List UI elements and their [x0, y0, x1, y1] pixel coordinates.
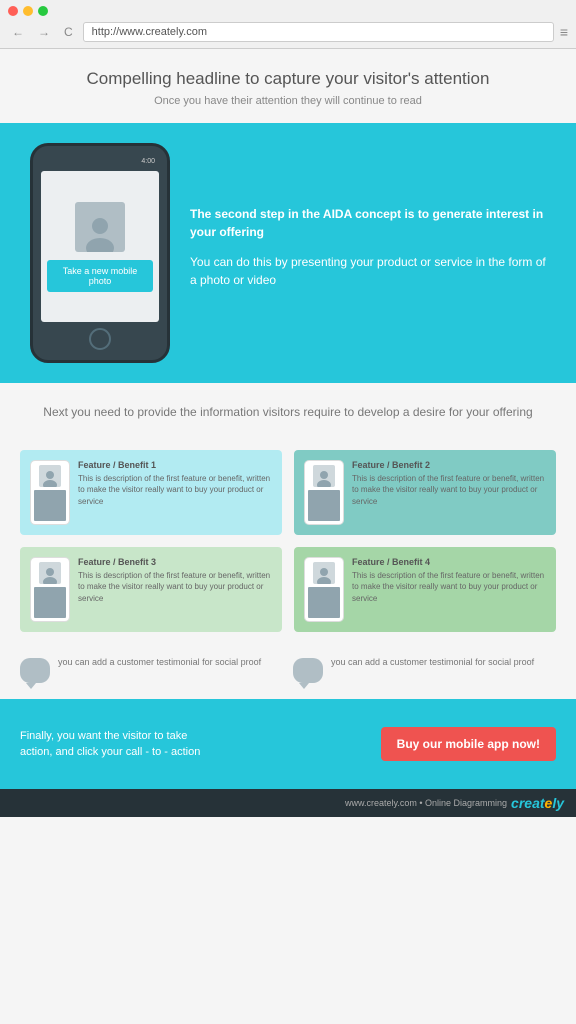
- feature-title-4: Feature / Benefit 4: [352, 557, 546, 567]
- feat-avatar-4: [313, 562, 335, 584]
- testimonial-1: you can add a customer testimonial for s…: [20, 656, 283, 683]
- hero-text: The second step in the AIDA concept is t…: [190, 205, 546, 301]
- refresh-button[interactable]: C: [60, 23, 77, 41]
- feature-title-2: Feature / Benefit 2: [352, 460, 546, 470]
- feat-avatar-2: [313, 465, 335, 487]
- speech-bubble-icon-2: [293, 658, 323, 683]
- phone-mockup: 4:00 Take a new mobile photo: [30, 143, 170, 363]
- cta-footer: Finally, you want the visitor to take ac…: [0, 699, 576, 789]
- phone-cta-button[interactable]: Take a new mobile photo: [47, 260, 153, 292]
- feat-keyboard-4: [308, 587, 340, 618]
- desire-section: Next you need to provide the information…: [0, 383, 576, 442]
- feature-desc-1: This is description of the first feature…: [78, 473, 272, 507]
- minimize-icon[interactable]: [23, 6, 33, 16]
- feature-phone-2: [304, 460, 344, 525]
- feat-keyboard-1: [34, 490, 66, 521]
- maximize-icon[interactable]: [38, 6, 48, 16]
- feature-card-3: Feature / Benefit 3 This is description …: [20, 547, 282, 632]
- hero-text-2: You can do this by presenting your produ…: [190, 253, 546, 289]
- feature-desc-2: This is description of the first feature…: [352, 473, 546, 507]
- forward-button[interactable]: →: [34, 23, 54, 41]
- feature-desc-4: This is description of the first feature…: [352, 570, 546, 604]
- desire-text: Next you need to provide the information…: [40, 403, 536, 422]
- speech-bubble-icon-1: [20, 658, 50, 683]
- feature-phone-3: [30, 557, 70, 622]
- feat-keyboard-3: [34, 587, 66, 618]
- close-icon[interactable]: [8, 6, 18, 16]
- feature-desc-3: This is description of the first feature…: [78, 570, 272, 604]
- feature-card-1: Feature / Benefit 1 This is description …: [20, 450, 282, 535]
- brand-logo: creately: [511, 795, 564, 811]
- browser-nav: ← → C http://www.creately.com ≡: [8, 22, 568, 42]
- features-grid: Feature / Benefit 1 This is description …: [0, 442, 576, 648]
- testimonial-text-1: you can add a customer testimonial for s…: [58, 656, 261, 669]
- feature-phone-4: [304, 557, 344, 622]
- header-section: Compelling headline to capture your visi…: [0, 49, 576, 123]
- feature-card-4: Feature / Benefit 4 This is description …: [294, 547, 556, 632]
- brand-footer: www.creately.com • Online Diagramming cr…: [0, 789, 576, 817]
- phone-time: 4:00: [141, 158, 155, 165]
- feature-phone-1: [30, 460, 70, 525]
- main-headline: Compelling headline to capture your visi…: [30, 69, 546, 89]
- sub-headline: Once you have their attention they will …: [30, 95, 546, 107]
- feat-keyboard-2: [308, 490, 340, 521]
- browser-chrome: ← → C http://www.creately.com ≡: [0, 0, 576, 49]
- phone-home-button[interactable]: [89, 328, 111, 350]
- testimonial-2: you can add a customer testimonial for s…: [293, 656, 556, 683]
- phone-screen: Take a new mobile photo: [41, 171, 159, 322]
- hero-text-1: The second step in the AIDA concept is t…: [190, 205, 546, 241]
- phone-status-bar: 4:00: [41, 158, 159, 165]
- feature-title-1: Feature / Benefit 1: [78, 460, 272, 470]
- feature-info-3: Feature / Benefit 3 This is description …: [78, 557, 272, 604]
- feature-title-3: Feature / Benefit 3: [78, 557, 272, 567]
- browser-menu-button[interactable]: ≡: [560, 24, 568, 40]
- cta-left-text: Finally, you want the visitor to take ac…: [20, 728, 220, 761]
- feature-card-2: Feature / Benefit 2 This is description …: [294, 450, 556, 535]
- phone-avatar: [75, 202, 125, 252]
- address-bar[interactable]: http://www.creately.com: [83, 22, 554, 42]
- traffic-lights: [8, 6, 568, 16]
- page-content: Compelling headline to capture your visi…: [0, 49, 576, 1024]
- feature-info-4: Feature / Benefit 4 This is description …: [352, 557, 546, 604]
- feature-info-1: Feature / Benefit 1 This is description …: [78, 460, 272, 507]
- testimonials-section: you can add a customer testimonial for s…: [0, 648, 576, 699]
- feat-avatar-1: [39, 465, 61, 487]
- testimonial-text-2: you can add a customer testimonial for s…: [331, 656, 534, 669]
- feature-info-2: Feature / Benefit 2 This is description …: [352, 460, 546, 507]
- hero-section: 4:00 Take a new mobile photo The second …: [0, 123, 576, 383]
- cta-button[interactable]: Buy our mobile app now!: [381, 727, 556, 761]
- back-button[interactable]: ←: [8, 23, 28, 41]
- brand-footer-text: www.creately.com • Online Diagramming: [345, 798, 507, 808]
- feat-avatar-3: [39, 562, 61, 584]
